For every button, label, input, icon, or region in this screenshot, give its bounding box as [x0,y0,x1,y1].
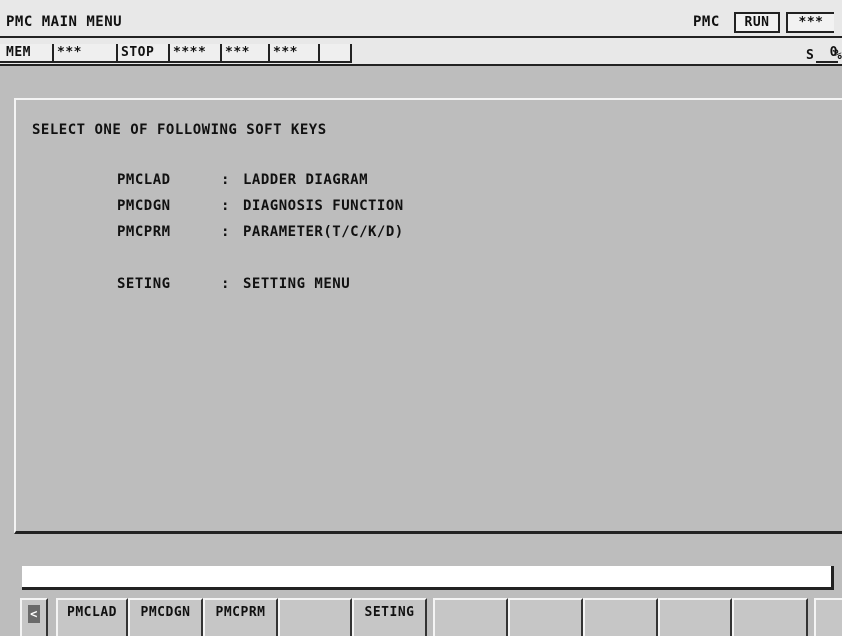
status-field-1: *** [52,44,116,63]
left-arrow-icon: < [28,605,40,623]
softkey-10[interactable] [732,598,808,636]
menu-separator: : [221,172,230,188]
status-field-2: **** [168,44,220,63]
menu-key-pmcprm: PMCPRM [117,224,171,240]
menu-key-pmcdgn: PMCDGN [117,198,171,214]
softkey-9[interactable] [658,598,732,636]
pmc-status-field: *** [786,12,834,33]
menu-key-seting: SETING [117,276,171,292]
menu-separator: : [221,224,230,240]
menu-desc-ladder: LADDER DIAGRAM [243,172,369,188]
menu-key-pmclad: PMCLAD [117,172,171,188]
status-field-5 [318,44,352,63]
softkey-4[interactable] [278,598,352,636]
mode-indicator: MEM [0,44,52,63]
spindle-label: S [806,48,815,63]
softkey-8[interactable] [583,598,658,636]
title-bar: PMC MAIN MENU PMC RUN *** [0,0,842,38]
menu-desc-diagnosis: DIAGNOSIS FUNCTION [243,198,404,214]
status-field-3: *** [220,44,268,63]
instruction-heading: SELECT ONE OF FOLLOWING SOFT KEYS [32,122,327,138]
softkey-pmcprm[interactable]: PMCPRM [203,598,278,636]
key-input-line[interactable] [22,566,834,590]
pmc-label: PMC [693,14,720,30]
menu-desc-parameter: PARAMETER(T/C/K/D) [243,224,404,240]
percent-sign: % [834,48,842,63]
softkey-6[interactable] [433,598,508,636]
pmc-run-status: RUN [734,12,780,33]
softkey-7[interactable] [508,598,583,636]
screen-title: PMC MAIN MENU [6,14,123,30]
softkey-pmclad[interactable]: PMCLAD [56,598,128,636]
menu-separator: : [221,198,230,214]
softkey-next-button[interactable] [814,598,842,636]
soft-key-bar: < PMCLAD PMCDGN PMCPRM SETING [0,596,842,636]
menu-desc-setting: SETTING MENU [243,276,351,292]
main-panel: SELECT ONE OF FOLLOWING SOFT KEYS PMCLAD… [14,98,842,534]
status-field-4: *** [268,44,318,63]
softkey-seting[interactable]: SETING [352,598,427,636]
run-state-indicator: STOP [116,44,168,63]
menu-separator: : [221,276,230,292]
softkey-prev-button[interactable]: < [20,598,48,636]
status-bar: MEM *** STOP **** *** *** S 0 % [0,38,842,66]
softkey-pmcdgn[interactable]: PMCDGN [128,598,203,636]
